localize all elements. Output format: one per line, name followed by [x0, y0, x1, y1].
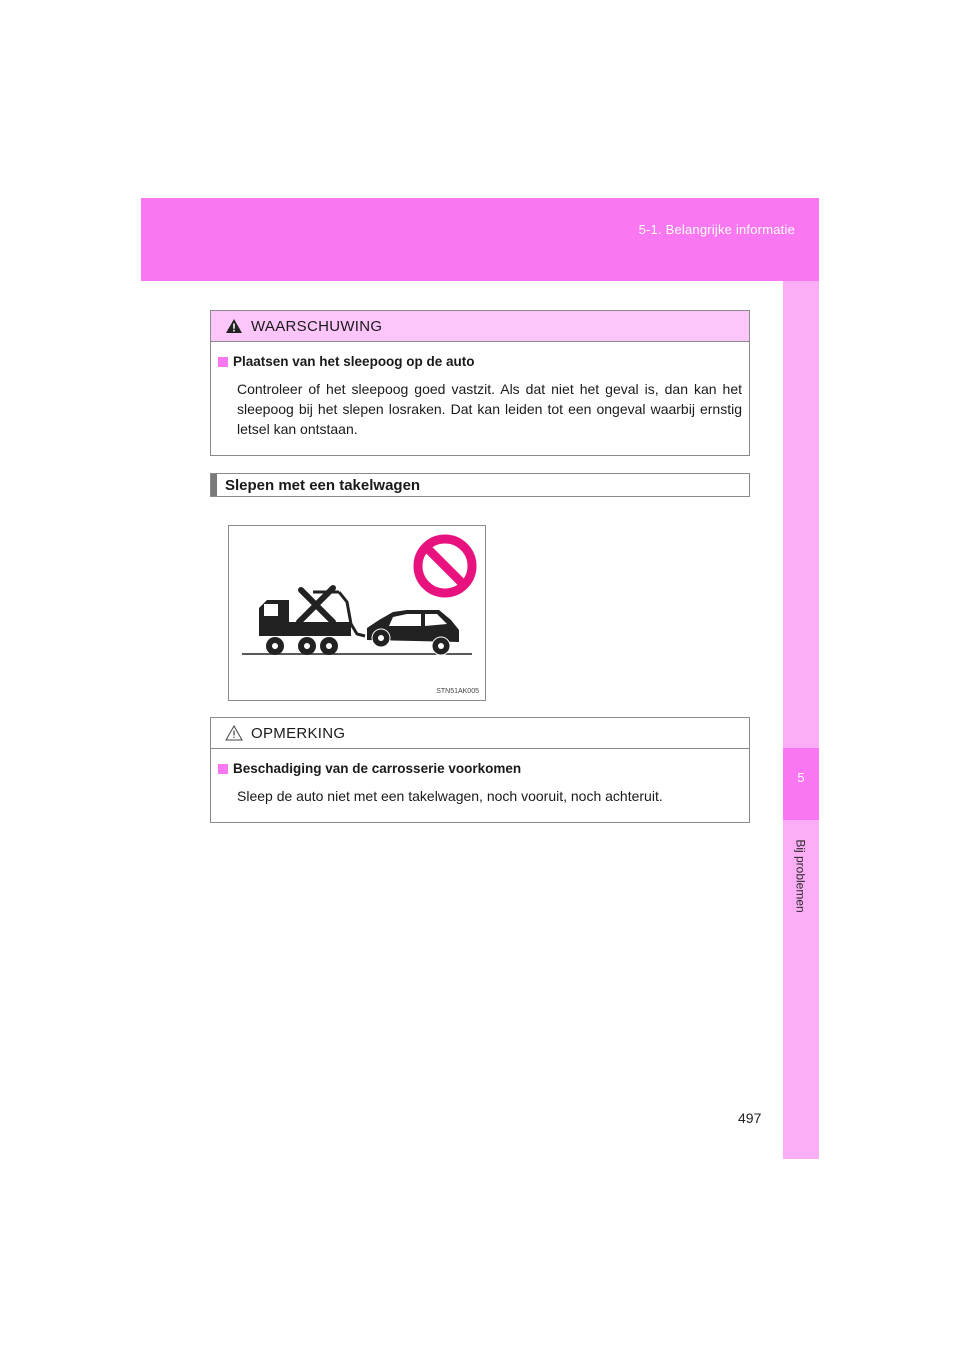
tow-illustration-svg	[242, 534, 477, 656]
warning-text: Controleer of het sleepoog goed vastzit.…	[237, 381, 742, 437]
side-tab	[783, 281, 819, 1159]
notice-subheading-text: Beschadiging van de carrosserie voorkome…	[233, 761, 522, 776]
section-header: 5-1. Belangrijke informatie	[638, 222, 795, 237]
towing-illustration: STN51AK005	[228, 525, 486, 701]
square-bullet-icon	[218, 763, 228, 774]
section-heading: Slepen met een takelwagen	[210, 473, 750, 497]
warning-subheading-text: Plaatsen van het sleepoog op de auto	[233, 354, 475, 369]
warning-box: WAARSCHUWING Plaatsen van het sleepoog o…	[210, 310, 750, 456]
warning-subheading: Plaatsen van het sleepoog op de auto	[218, 354, 742, 369]
notice-box: OPMERKING Beschadiging van de carrosseri…	[210, 717, 750, 823]
figure-code: STN51AK005	[436, 688, 479, 695]
notice-header: OPMERKING	[211, 718, 749, 749]
warning-icon	[226, 319, 242, 333]
chapter-label-text: Bij problemen	[794, 839, 808, 913]
square-bullet-icon	[218, 356, 228, 367]
car-icon	[367, 610, 459, 656]
notice-body: Beschadiging van de carrosserie voorkome…	[211, 749, 749, 822]
warning-body: Plaatsen van het sleepoog op de auto Con…	[211, 342, 749, 455]
chapter-number: 5	[797, 770, 805, 785]
notice-title: OPMERKING	[251, 724, 346, 742]
notice-subheading: Beschadiging van de carrosserie voorkome…	[218, 761, 742, 776]
section-heading-marker	[211, 474, 217, 496]
warning-header: WAARSCHUWING	[211, 311, 749, 342]
prohibited-icon	[413, 534, 477, 598]
chapter-label: Bij problemen	[792, 826, 810, 926]
warning-title: WAARSCHUWING	[251, 317, 383, 335]
page-number: 497	[738, 1110, 762, 1126]
header-band: 5-1. Belangrijke informatie	[141, 198, 819, 281]
caution-outline-icon	[225, 725, 243, 741]
section-title: Slepen met een takelwagen	[225, 476, 421, 494]
notice-text: Sleep de auto niet met een takelwagen, n…	[237, 788, 663, 804]
tow-truck-icon	[259, 585, 366, 655]
